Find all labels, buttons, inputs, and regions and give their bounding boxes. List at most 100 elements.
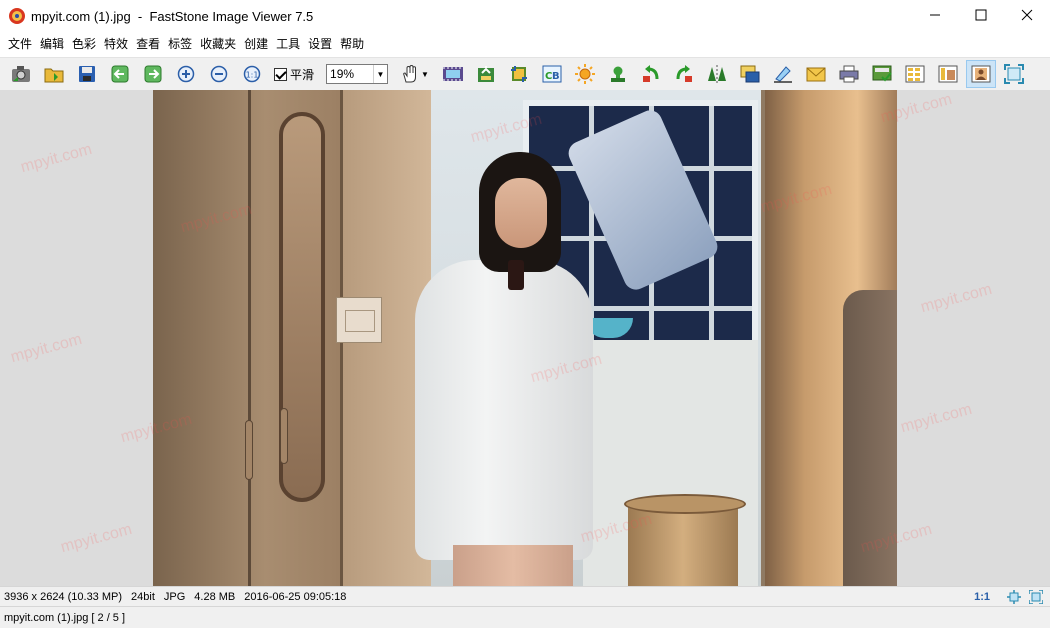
flip-icon xyxy=(708,65,727,83)
fit-window-icon xyxy=(1007,589,1021,604)
next-button[interactable] xyxy=(138,60,168,88)
zoom-value: 19% xyxy=(330,67,355,81)
bit-depth: 24bit xyxy=(131,590,155,603)
acquire-button[interactable] xyxy=(6,60,36,88)
app-icon[interactable] xyxy=(9,8,25,24)
draw-icon xyxy=(774,66,793,83)
zoom-select[interactable]: 19% ▼ xyxy=(326,64,389,84)
color-balance-button[interactable]: CB xyxy=(537,60,567,88)
slideshow-icon xyxy=(443,67,464,81)
chevron-down-icon[interactable]: ▼ xyxy=(421,70,429,79)
rotate-left-icon xyxy=(643,65,659,82)
zoom-out-button[interactable] xyxy=(204,60,234,88)
pan-tool-button[interactable]: ▼ xyxy=(400,60,434,88)
next-icon xyxy=(144,65,162,83)
resize-icon xyxy=(740,65,760,83)
resize-button[interactable] xyxy=(735,60,765,88)
smooth-label: 平滑 xyxy=(290,67,315,82)
brightness-button[interactable] xyxy=(570,60,600,88)
browser-layout-icon xyxy=(905,65,925,83)
color-balance-icon: CB xyxy=(542,65,562,83)
watermark: mpyit.com xyxy=(918,280,994,317)
menu-tags[interactable]: 标签 xyxy=(164,32,196,57)
menu-bar: 文件 编辑 色彩 特效 查看 标签 收藏夹 创建 工具 设置 帮助 xyxy=(0,32,1050,57)
thumbnail-layout-icon xyxy=(938,65,958,83)
actual-size-link[interactable]: 1:1 xyxy=(974,591,990,603)
fullscreen-small-button[interactable] xyxy=(1028,589,1044,605)
status-right-tools: 1:1 xyxy=(974,587,1044,606)
close-button[interactable] xyxy=(1004,0,1050,30)
menu-view[interactable]: 查看 xyxy=(132,32,164,57)
camera-open-icon xyxy=(12,66,30,82)
browser-layout-button[interactable] xyxy=(900,60,930,88)
toolbar: 1:1 平滑 19% ▼ ▼ CB xyxy=(0,57,1050,90)
stamp-button[interactable] xyxy=(603,60,633,88)
previous-icon xyxy=(111,65,129,83)
fullscreen-button[interactable] xyxy=(999,60,1029,88)
print-button[interactable] xyxy=(834,60,864,88)
svg-text:1:1: 1:1 xyxy=(246,71,259,80)
compare-button[interactable] xyxy=(471,60,501,88)
menu-tools[interactable]: 工具 xyxy=(272,32,304,57)
image-dimensions: 3936 x 2624 (10.33 MP) xyxy=(4,590,123,603)
print-icon xyxy=(839,65,859,83)
stamp-icon xyxy=(611,66,626,82)
wallpaper-button[interactable] xyxy=(867,60,897,88)
menu-settings[interactable]: 设置 xyxy=(304,32,336,57)
crop-button[interactable] xyxy=(504,60,534,88)
zoom-out-icon xyxy=(210,65,228,83)
hand-icon xyxy=(403,64,417,83)
brightness-icon xyxy=(575,64,596,84)
viewer-layout-icon xyxy=(971,65,991,83)
rotate-left-button[interactable] xyxy=(636,60,666,88)
folder-open-icon xyxy=(44,68,64,83)
window-controls xyxy=(912,0,1050,32)
svg-text:B: B xyxy=(552,71,560,82)
smooth-toggle[interactable]: 平滑 xyxy=(274,66,314,83)
menu-help[interactable]: 帮助 xyxy=(336,32,368,57)
crop-icon xyxy=(511,66,528,82)
close-icon xyxy=(1021,9,1033,21)
title-bar: mpyit.com (1).jpg - FastStone Image View… xyxy=(0,0,1050,32)
chevron-down-icon[interactable]: ▼ xyxy=(373,65,387,83)
save-icon xyxy=(79,66,95,82)
thumbnail-layout-button[interactable] xyxy=(933,60,963,88)
menu-favorites[interactable]: 收藏夹 xyxy=(196,32,240,57)
menu-file[interactable]: 文件 xyxy=(4,32,36,57)
watermark: mpyit.com xyxy=(18,140,94,177)
watermark: mpyit.com xyxy=(898,400,974,437)
flip-button[interactable] xyxy=(702,60,732,88)
previous-button[interactable] xyxy=(105,60,135,88)
viewer-layout-button[interactable] xyxy=(966,60,997,88)
watermark: mpyit.com xyxy=(58,520,134,557)
actual-size-button[interactable]: 1:1 xyxy=(237,60,267,88)
zoom-in-button[interactable] xyxy=(171,60,201,88)
actual-size-icon: 1:1 xyxy=(243,65,261,83)
compare-icon xyxy=(478,66,495,82)
file-position: mpyit.com (1).jpg [ 2 / 5 ] xyxy=(4,611,126,624)
save-button[interactable] xyxy=(72,60,102,88)
maximize-button[interactable] xyxy=(958,0,1004,30)
displayed-photo[interactable] xyxy=(153,90,897,586)
menu-create[interactable]: 创建 xyxy=(240,32,272,57)
menu-effects[interactable]: 特效 xyxy=(100,32,132,57)
email-button[interactable] xyxy=(801,60,831,88)
menu-edit[interactable]: 编辑 xyxy=(36,32,68,57)
wallpaper-icon xyxy=(872,65,892,82)
fit-window-button[interactable] xyxy=(1006,589,1022,605)
smooth-checkbox[interactable] xyxy=(274,67,287,81)
draw-button[interactable] xyxy=(768,60,798,88)
slideshow-button[interactable] xyxy=(438,60,468,88)
file-info-bar: mpyit.com (1).jpg [ 2 / 5 ] xyxy=(0,606,1050,628)
menu-color[interactable]: 色彩 xyxy=(68,32,100,57)
minimize-button[interactable] xyxy=(912,0,958,30)
minimize-icon xyxy=(930,14,940,16)
image-view[interactable]: mpyit.com mpyit.com mpyit.com mpyit.com … xyxy=(0,90,1050,586)
maximize-icon xyxy=(975,9,987,21)
rotate-right-button[interactable] xyxy=(669,60,699,88)
window-title: mpyit.com (1).jpg - FastStone Image View… xyxy=(31,8,314,24)
open-folder-button[interactable] xyxy=(39,60,69,88)
status-bar: 3936 x 2624 (10.33 MP) 24bit JPG 4.28 MB… xyxy=(0,586,1050,606)
file-datetime: 2016-06-25 09:05:18 xyxy=(244,590,347,603)
fullscreen-icon xyxy=(1029,589,1043,604)
